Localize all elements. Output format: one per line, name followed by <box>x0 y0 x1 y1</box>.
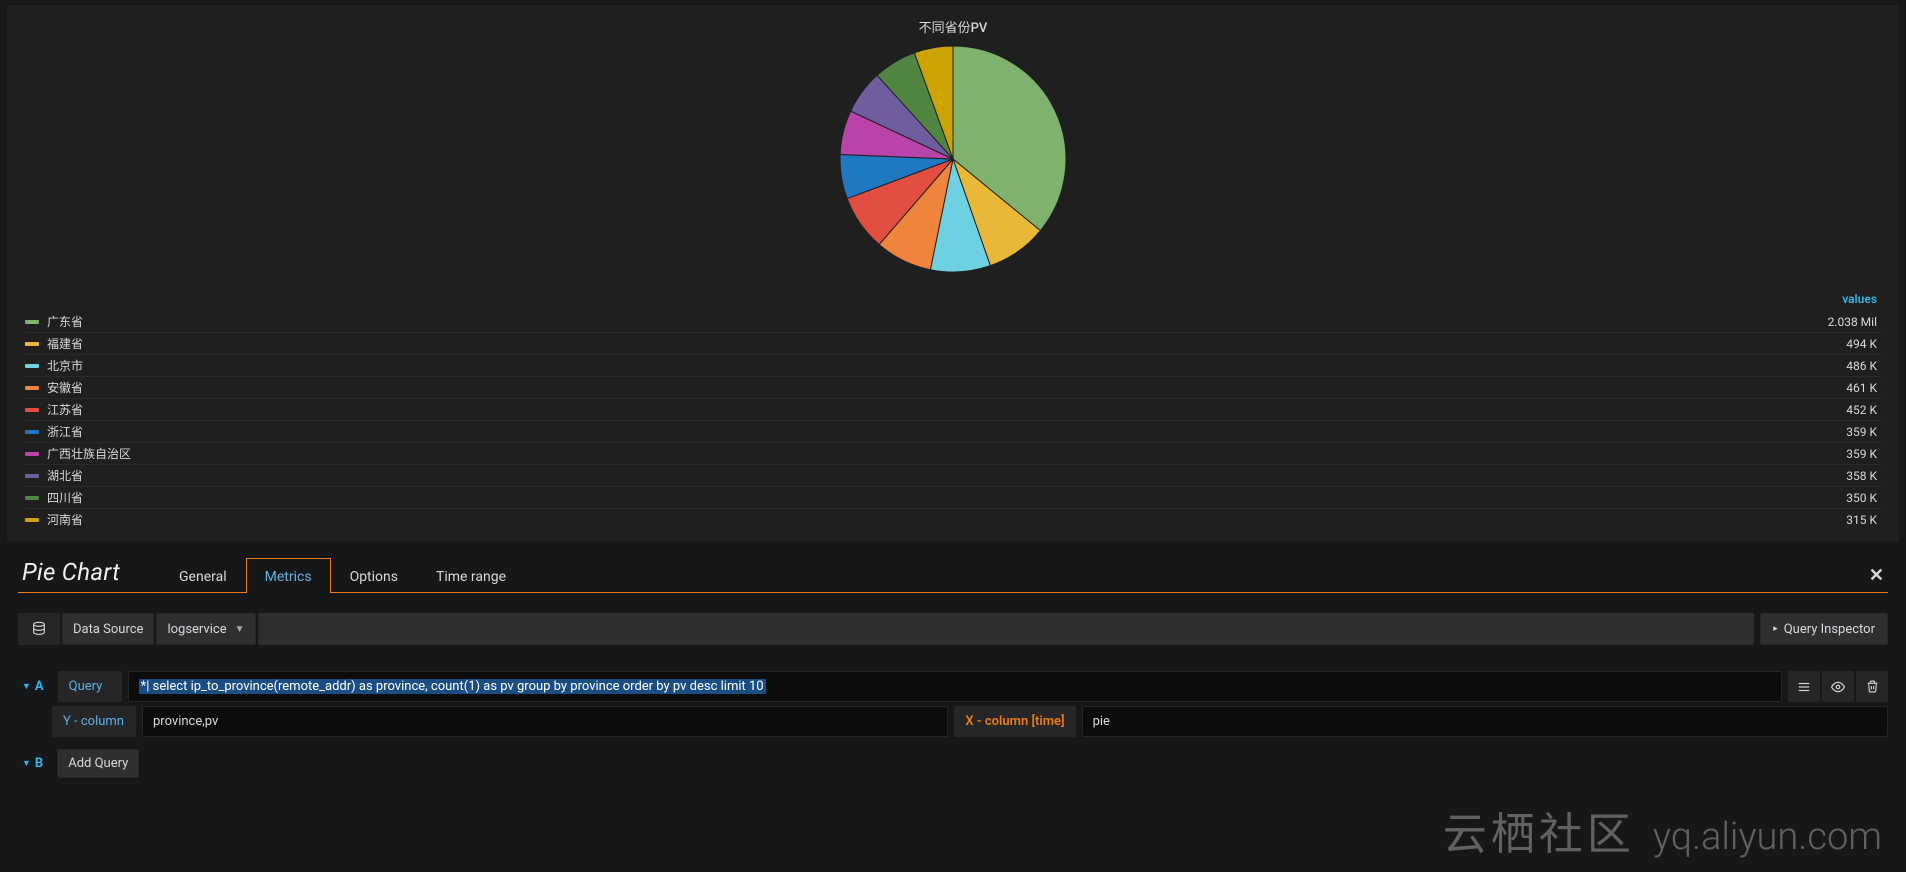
tab-metrics[interactable]: Metrics <box>246 558 331 593</box>
panel-type-label: Pie Chart <box>18 558 140 592</box>
tab-general[interactable]: General <box>160 558 246 593</box>
legend-name: 福建省 <box>47 335 1846 352</box>
legend-swatch <box>25 320 39 324</box>
y-column-input[interactable]: province,pv <box>142 706 948 737</box>
legend-row[interactable]: 江苏省452 K <box>25 399 1881 421</box>
legend-row[interactable]: 浙江省359 K <box>25 421 1881 443</box>
panel-editor: Pie Chart General Metrics Options Time r… <box>0 547 1906 778</box>
query-y-x-row: Y - column province,pv X - column [time]… <box>52 706 1888 737</box>
legend-name: 四川省 <box>47 489 1846 506</box>
legend: values 广东省2.038 Mil福建省494 K北京市486 K安徽省46… <box>25 290 1881 530</box>
eye-icon[interactable] <box>1822 671 1854 702</box>
legend-value: 350 K <box>1846 491 1881 505</box>
tab-options[interactable]: Options <box>331 558 417 593</box>
tab-time-range[interactable]: Time range <box>417 558 525 593</box>
legend-row[interactable]: 广东省2.038 Mil <box>25 311 1881 333</box>
legend-name: 安徽省 <box>47 379 1846 396</box>
query-label[interactable]: Query <box>58 671 122 702</box>
x-column-input[interactable]: pie <box>1082 706 1888 737</box>
datasource-select[interactable]: logservice ▼ <box>156 613 255 645</box>
query-row-toggle-b[interactable]: ▼ B <box>18 749 51 778</box>
legend-name: 河南省 <box>47 511 1846 528</box>
legend-value: 359 K <box>1846 425 1881 439</box>
query-row-toggle-a[interactable]: ▼ A <box>18 671 52 702</box>
editor-header: Pie Chart General Metrics Options Time r… <box>18 557 1888 593</box>
add-query-button[interactable]: Add Query <box>57 749 139 778</box>
editor-tabs: General Metrics Options Time range <box>160 557 525 592</box>
datasource-row: Data Source logservice ▼ ▸ Query Inspect… <box>18 613 1888 645</box>
legend-value: 486 K <box>1846 359 1881 373</box>
legend-row[interactable]: 福建省494 K <box>25 333 1881 355</box>
chevron-down-icon: ▼ <box>235 624 245 635</box>
query-input[interactable]: *| select ip_to_province(remote_addr) as… <box>128 671 1782 702</box>
legend-header: values <box>25 290 1881 308</box>
legend-row[interactable]: 北京市486 K <box>25 355 1881 377</box>
caret-right-icon: ▸ <box>1773 624 1778 634</box>
legend-name: 广东省 <box>47 313 1828 330</box>
legend-name: 北京市 <box>47 357 1846 374</box>
query-row-actions <box>1788 671 1888 702</box>
menu-icon[interactable] <box>1788 671 1820 702</box>
legend-value: 494 K <box>1846 337 1881 351</box>
datasource-row-fill <box>258 613 1755 645</box>
database-icon <box>18 613 60 645</box>
datasource-label: Data Source <box>62 613 154 645</box>
legend-swatch <box>25 364 39 368</box>
legend-swatch <box>25 430 39 434</box>
pie-chart[interactable] <box>838 44 1068 274</box>
legend-row[interactable]: 四川省350 K <box>25 487 1881 509</box>
legend-row[interactable]: 河南省315 K <box>25 509 1881 530</box>
legend-swatch <box>25 408 39 412</box>
legend-value: 358 K <box>1846 469 1881 483</box>
query-row-b: ▼ B Add Query <box>18 749 1888 778</box>
legend-swatch <box>25 474 39 478</box>
legend-name: 江苏省 <box>47 401 1846 418</box>
query-inspector-button[interactable]: ▸ Query Inspector <box>1760 613 1888 645</box>
watermark-url: yq.aliyun.com <box>1653 818 1882 856</box>
chart-title: 不同省份PV <box>25 17 1881 36</box>
query-editor-body: Data Source logservice ▼ ▸ Query Inspect… <box>18 593 1888 778</box>
legend-name: 湖北省 <box>47 467 1846 484</box>
query-row-a: ▼ A Query *| select ip_to_province(remot… <box>18 671 1888 702</box>
legend-value: 359 K <box>1846 447 1881 461</box>
watermark-title: 云栖社区 <box>1443 812 1635 856</box>
legend-swatch <box>25 342 39 346</box>
legend-row[interactable]: 湖北省358 K <box>25 465 1881 487</box>
legend-row[interactable]: 安徽省461 K <box>25 377 1881 399</box>
legend-row[interactable]: 广西壮族自治区359 K <box>25 443 1881 465</box>
chart-panel: 不同省份PV values 广东省2.038 Mil福建省494 K北京市486… <box>6 4 1900 543</box>
chevron-down-icon: ▼ <box>22 758 31 769</box>
close-editor-icon[interactable]: ✕ <box>1869 565 1884 586</box>
trash-icon[interactable] <box>1856 671 1888 702</box>
legend-value: 315 K <box>1846 513 1881 527</box>
y-column-label[interactable]: Y - column <box>52 706 136 737</box>
legend-name: 浙江省 <box>47 423 1846 440</box>
legend-value: 461 K <box>1846 381 1881 395</box>
legend-swatch <box>25 518 39 522</box>
legend-values-header[interactable]: values <box>1842 292 1881 306</box>
chevron-down-icon: ▼ <box>22 681 31 692</box>
legend-value: 452 K <box>1846 403 1881 417</box>
legend-swatch <box>25 386 39 390</box>
x-column-label[interactable]: X - column [time] <box>954 706 1075 737</box>
legend-value: 2.038 Mil <box>1828 315 1881 329</box>
pie-chart-area <box>25 44 1881 274</box>
legend-name: 广西壮族自治区 <box>47 445 1846 462</box>
legend-swatch <box>25 496 39 500</box>
watermark: 云栖社区 yq.aliyun.com <box>1443 812 1882 856</box>
legend-swatch <box>25 452 39 456</box>
